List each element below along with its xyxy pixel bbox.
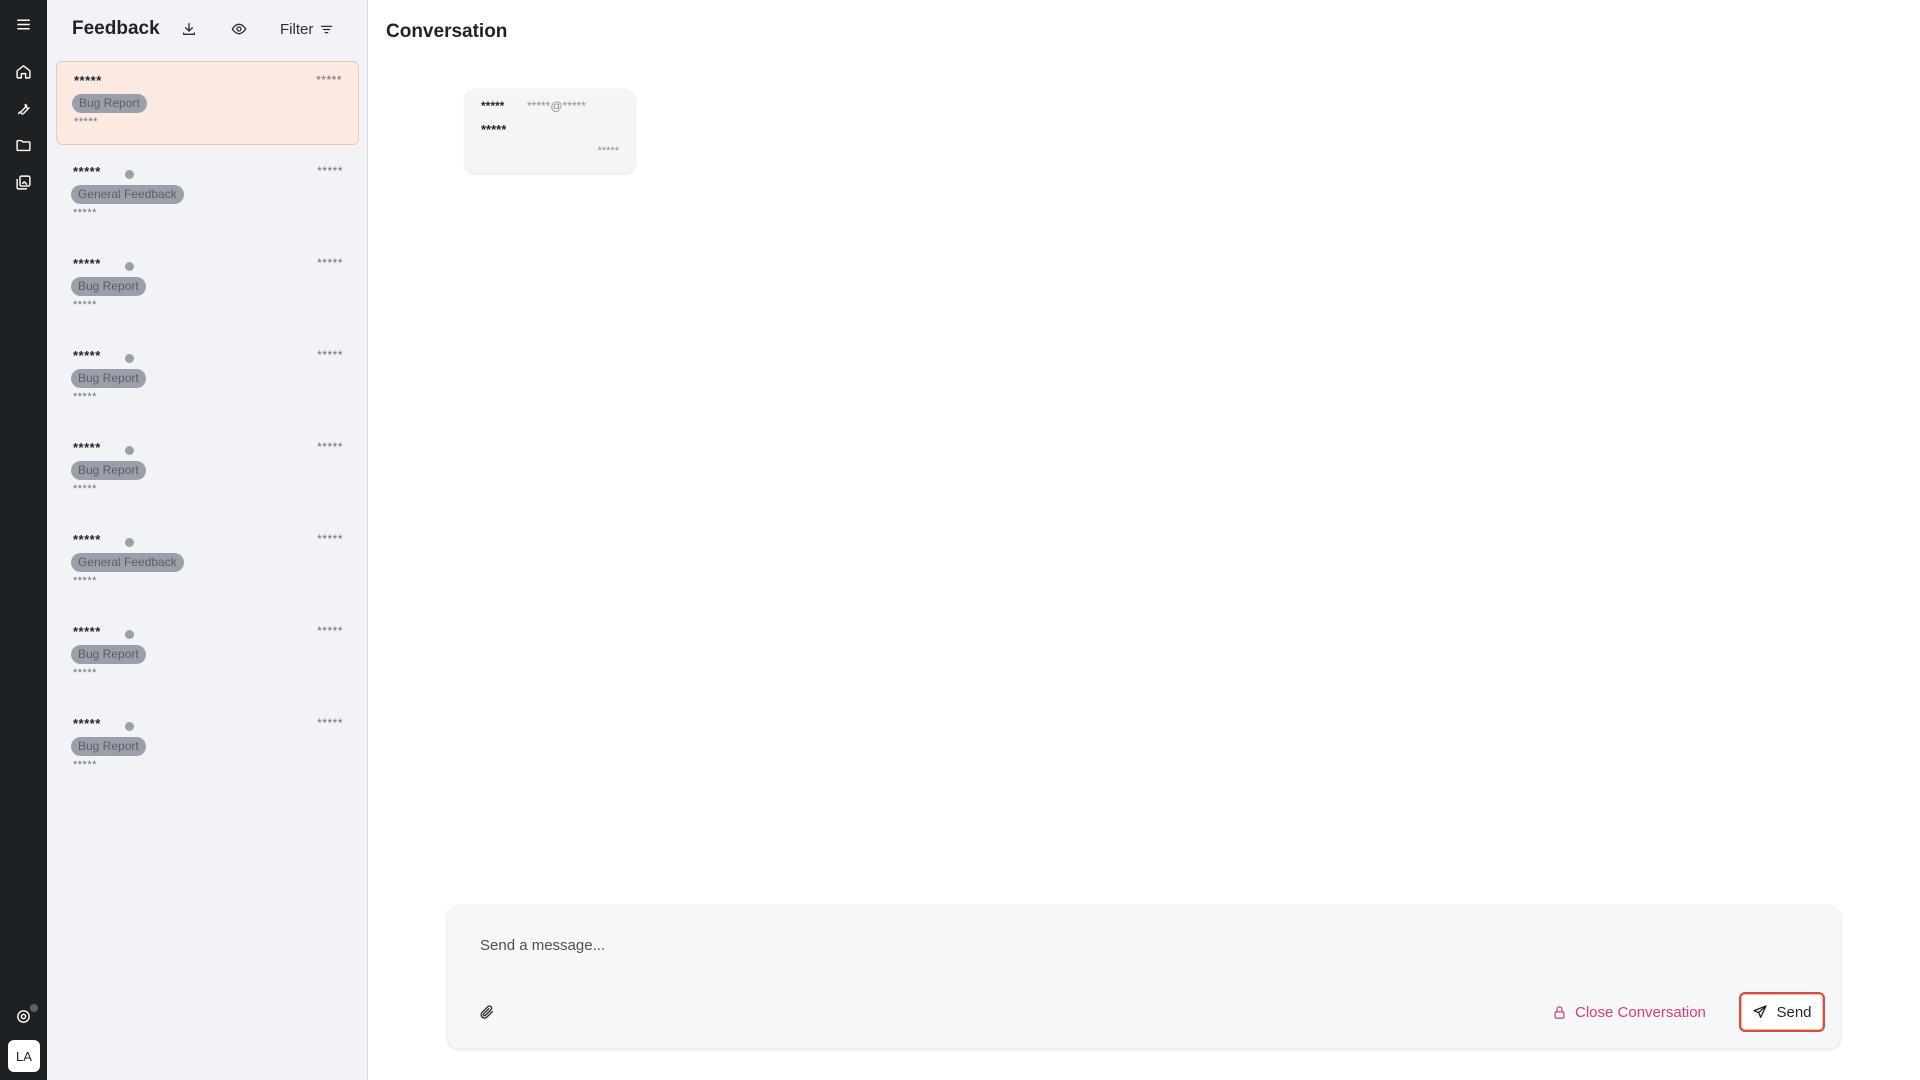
status-dot bbox=[125, 630, 134, 639]
send-label: Send bbox=[1776, 1003, 1812, 1021]
status-dot bbox=[125, 262, 134, 271]
download-icon[interactable] bbox=[178, 18, 200, 40]
feedback-item-preview: ***** bbox=[73, 759, 97, 771]
category-badge: General Feedback bbox=[71, 553, 184, 572]
status-dot bbox=[125, 354, 134, 363]
feedback-list-item[interactable]: ***** ***** General Feedback ***** bbox=[56, 521, 359, 605]
notification-dot bbox=[30, 1004, 38, 1012]
feedback-item-name: ***** bbox=[73, 256, 101, 271]
feedback-item-date: ***** bbox=[317, 256, 343, 270]
feedback-item-name: ***** bbox=[73, 532, 101, 547]
feedback-item-name: ***** bbox=[74, 73, 102, 88]
feedback-item-date: ***** bbox=[317, 716, 343, 730]
category-badge: Bug Report bbox=[72, 94, 147, 113]
app-rail: LA bbox=[0, 0, 47, 1080]
feedback-list-panel: Feedback Filter ***** ***** Bug Report ****… bbox=[47, 0, 368, 1080]
status-dot bbox=[125, 538, 134, 547]
filter-button[interactable]: Filter bbox=[280, 17, 334, 41]
feedback-item-preview: ***** bbox=[73, 575, 97, 587]
wrench-icon[interactable] bbox=[0, 93, 47, 123]
filter-icon bbox=[321, 25, 333, 33]
feedback-list-item[interactable]: ***** ***** Bug Report ***** bbox=[56, 429, 359, 513]
feedback-item-preview: ***** bbox=[73, 667, 97, 679]
feedback-item-name: ***** bbox=[73, 348, 101, 363]
send-button[interactable]: Send bbox=[1739, 992, 1825, 1032]
category-badge: Bug Report bbox=[71, 737, 146, 756]
gallery-icon[interactable] bbox=[0, 167, 47, 197]
feedback-item-preview: ***** bbox=[73, 483, 97, 495]
folder-icon[interactable] bbox=[0, 130, 47, 160]
feedback-item-preview: ***** bbox=[73, 299, 97, 311]
status-dot bbox=[125, 170, 134, 179]
feedback-item-name: ***** bbox=[73, 624, 101, 639]
feedback-item-date: ***** bbox=[317, 532, 343, 546]
lock-icon bbox=[1554, 1005, 1565, 1019]
home-icon[interactable] bbox=[0, 56, 47, 86]
feedback-item-date: ***** bbox=[317, 348, 343, 362]
category-badge: General Feedback bbox=[71, 185, 184, 204]
feedback-item-date: ***** bbox=[317, 624, 343, 638]
paperclip-icon[interactable] bbox=[476, 1001, 498, 1023]
category-badge: Bug Report bbox=[71, 369, 146, 388]
feedback-list-item[interactable]: ***** ***** Bug Report ***** bbox=[56, 613, 359, 697]
category-badge: Bug Report bbox=[71, 645, 146, 664]
status-dot bbox=[125, 446, 134, 455]
status-dot bbox=[125, 722, 134, 731]
feedback-list-item[interactable]: ***** ***** Bug Report ***** bbox=[56, 61, 359, 145]
feedback-list-item[interactable]: ***** ***** General Feedback ***** bbox=[56, 153, 359, 237]
feedback-item-date: ***** bbox=[317, 164, 343, 178]
message-time: ***** bbox=[597, 145, 619, 157]
close-conversation-label: Close Conversation bbox=[1575, 1003, 1706, 1021]
message-composer: Close Conversation Send bbox=[448, 906, 1840, 1048]
avatar[interactable]: LA bbox=[8, 1040, 40, 1072]
feedback-list-item[interactable]: ***** ***** Bug Report ***** bbox=[56, 705, 359, 789]
message-text: ***** bbox=[481, 122, 507, 137]
feedback-item-name: ***** bbox=[73, 440, 101, 455]
feedback-item-date: ***** bbox=[316, 73, 342, 87]
feedback-list-item[interactable]: ***** ***** Bug Report ***** bbox=[56, 245, 359, 329]
send-icon bbox=[1753, 1005, 1768, 1018]
filter-label: Filter bbox=[280, 20, 314, 38]
feedback-item-name: ***** bbox=[73, 716, 101, 731]
message-bubble: ***** *****@***** ***** ***** bbox=[465, 89, 635, 173]
feedback-list-item[interactable]: ***** ***** Bug Report ***** bbox=[56, 337, 359, 421]
category-badge: Bug Report bbox=[71, 461, 146, 480]
menu-icon[interactable] bbox=[0, 9, 47, 39]
feedback-title: Feedback bbox=[72, 18, 160, 39]
feedback-item-name: ***** bbox=[73, 164, 101, 179]
category-badge: Bug Report bbox=[71, 277, 146, 296]
eye-icon[interactable] bbox=[228, 18, 250, 40]
feedback-item-preview: ***** bbox=[73, 391, 97, 403]
close-conversation-button[interactable]: Close Conversation bbox=[1552, 1001, 1706, 1023]
feedback-item-preview: ***** bbox=[73, 207, 97, 219]
feedback-item-preview: ***** bbox=[74, 116, 98, 128]
feedback-list-header: Feedback Filter bbox=[47, 0, 367, 60]
message-input[interactable] bbox=[478, 934, 1778, 956]
support-icon[interactable] bbox=[0, 1001, 47, 1031]
conversation-title: Conversation bbox=[386, 21, 508, 42]
feedback-item-date: ***** bbox=[317, 440, 343, 454]
message-sender-email: *****@***** bbox=[527, 99, 586, 113]
message-sender-name: ***** bbox=[481, 99, 505, 113]
